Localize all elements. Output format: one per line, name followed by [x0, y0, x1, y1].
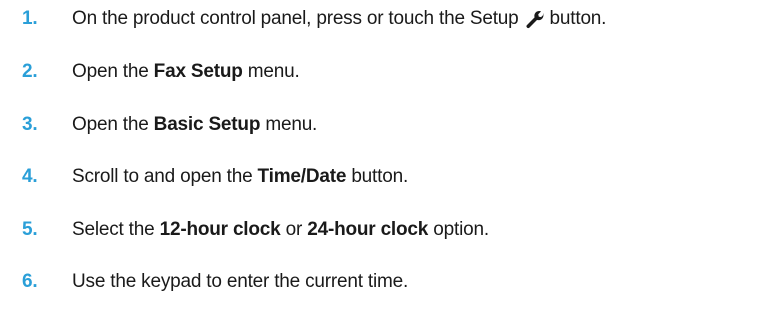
step-text-before: Scroll to and open the: [72, 166, 253, 187]
step-6: 6. Use the keypad to enter the current t…: [0, 267, 779, 297]
step-2: 2. Open the Fax Setup menu.: [0, 57, 779, 87]
button-name-time-date: Time/Date: [257, 166, 347, 187]
step-5: 5. Select the 12-hour clock or 24-hour c…: [0, 215, 779, 245]
step-text-after: menu.: [265, 114, 318, 135]
option-12-hour-clock: 12-hour clock: [159, 219, 281, 240]
step-text-before: Use the keypad to enter the current time…: [72, 271, 409, 292]
step-text-after: menu.: [247, 61, 300, 82]
menu-name-fax-setup: Fax Setup: [153, 61, 243, 82]
step-number: 3.: [22, 114, 38, 135]
option-24-hour-clock: 24-hour clock: [307, 219, 429, 240]
step-text-after: button.: [351, 166, 409, 187]
step-text-after: button.: [549, 8, 607, 29]
step-text-before: Open the: [72, 114, 149, 135]
step-number: 5.: [22, 219, 38, 240]
step-text: Scroll to and open the Time/Date button.: [72, 166, 408, 188]
step-text: Open the Basic Setup menu.: [72, 114, 317, 136]
step-number: 2.: [22, 61, 38, 82]
wrench-icon: [525, 11, 544, 29]
step-number: 6.: [22, 271, 38, 292]
step-3: 3. Open the Basic Setup menu.: [0, 110, 779, 140]
step-number: 4.: [22, 166, 38, 187]
step-text: Select the 12-hour clock or 24-hour cloc…: [72, 219, 489, 241]
menu-name-basic-setup: Basic Setup: [153, 114, 261, 135]
step-text-middle: or: [285, 219, 303, 240]
step-1: 1. On the product control panel, press o…: [0, 4, 779, 34]
step-number: 1.: [22, 8, 38, 29]
step-text-before: Open the: [72, 61, 149, 82]
step-text-after: option.: [433, 219, 489, 240]
step-text: Open the Fax Setup menu.: [72, 61, 300, 83]
step-4: 4. Scroll to and open the Time/Date butt…: [0, 162, 779, 192]
step-text-before: Select the: [72, 219, 155, 240]
step-text-before: On the product control panel, press or t…: [72, 8, 519, 29]
step-text: On the product control panel, press or t…: [72, 8, 606, 30]
step-text: Use the keypad to enter the current time…: [72, 271, 408, 293]
